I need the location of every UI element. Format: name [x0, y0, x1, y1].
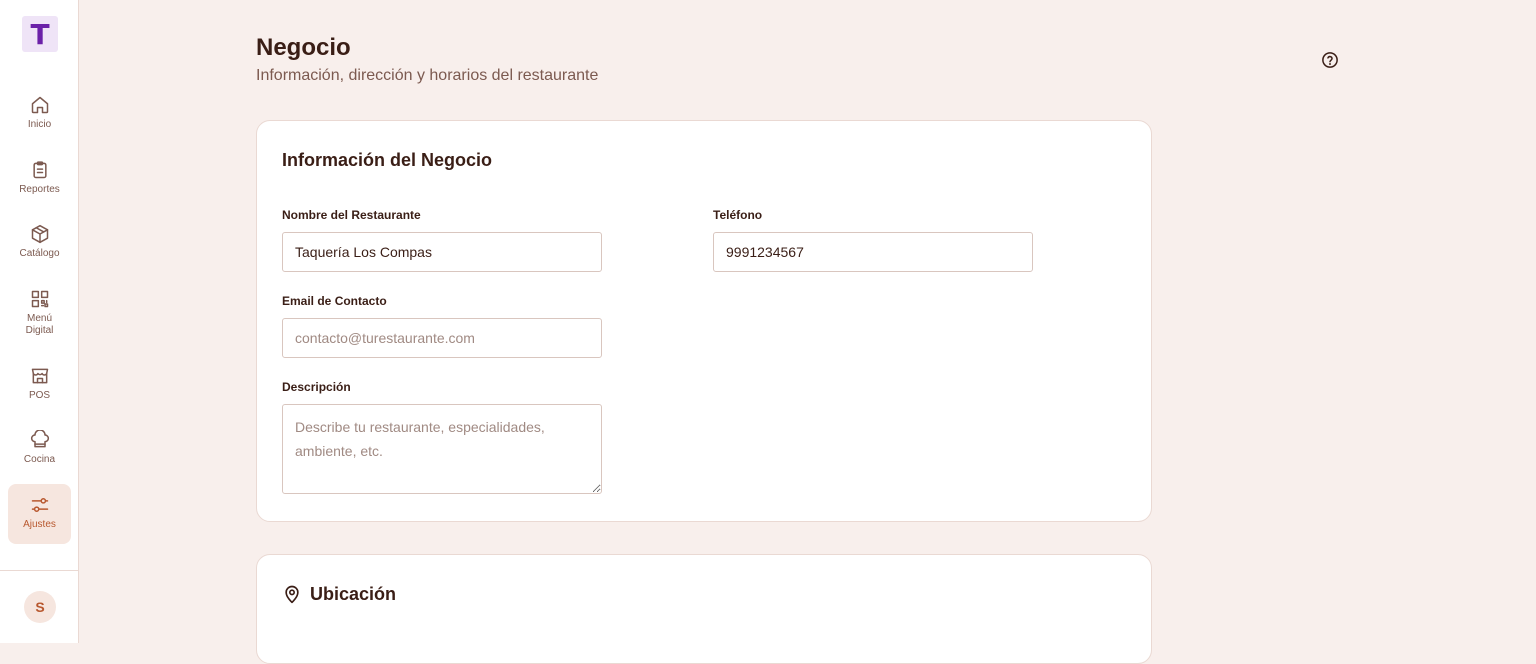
nav-label: Menú Digital	[25, 313, 54, 336]
nav-item-catalogo[interactable]: Catálogo	[8, 224, 71, 266]
nav-label: Catálogo	[19, 248, 60, 259]
location-card: Ubicación	[256, 554, 1152, 664]
nav-label: Inicio	[27, 119, 52, 130]
description-label: Descripción	[282, 380, 351, 394]
nav-item-cocina[interactable]: Cocina	[8, 430, 71, 472]
nav-label: Ajustes	[23, 519, 56, 530]
email-label: Email de Contacto	[282, 294, 387, 308]
chef-hat-icon	[30, 430, 49, 448]
card-title: Información del Negocio	[282, 150, 493, 170]
restaurant-name-input[interactable]	[282, 232, 602, 272]
app-logo[interactable]: T	[22, 16, 58, 52]
restaurant-name-label: Nombre del Restaurante	[282, 208, 421, 222]
nav-item-inicio[interactable]: Inicio	[8, 95, 71, 137]
box-icon	[31, 224, 48, 244]
phone-label: Teléfono	[713, 208, 763, 222]
home-icon	[31, 96, 48, 114]
user-avatar[interactable]: S	[24, 591, 56, 623]
qr-code-icon	[31, 290, 48, 308]
nav-label: Reportes	[19, 184, 60, 195]
clipboard-icon	[32, 161, 47, 179]
nav-item-menu-digital[interactable]: Menú Digital	[8, 289, 71, 341]
store-icon	[31, 368, 48, 384]
sidebar: T Inicio Reportes Catálogo Menú Digital …	[0, 0, 79, 643]
card-title: Ubicación	[310, 584, 397, 604]
page-subtitle: Información, dirección y horarios del re…	[256, 67, 599, 84]
nav-item-reportes[interactable]: Reportes	[8, 160, 71, 202]
description-textarea[interactable]	[282, 404, 602, 494]
nav-label: POS	[28, 390, 51, 401]
nav-item-ajustes[interactable]: Ajustes	[8, 484, 71, 544]
email-input[interactable]	[282, 318, 602, 358]
nav-label: Cocina	[23, 454, 56, 465]
nav-item-pos[interactable]: POS	[8, 366, 71, 408]
page-title: Negocio	[256, 34, 351, 61]
sliders-icon	[31, 498, 48, 512]
phone-input[interactable]	[713, 232, 1033, 272]
help-icon[interactable]	[1321, 51, 1339, 69]
sidebar-divider	[0, 570, 79, 571]
business-info-card: Información del Negocio Nombre del Resta…	[256, 120, 1152, 522]
map-pin-icon	[285, 585, 299, 604]
